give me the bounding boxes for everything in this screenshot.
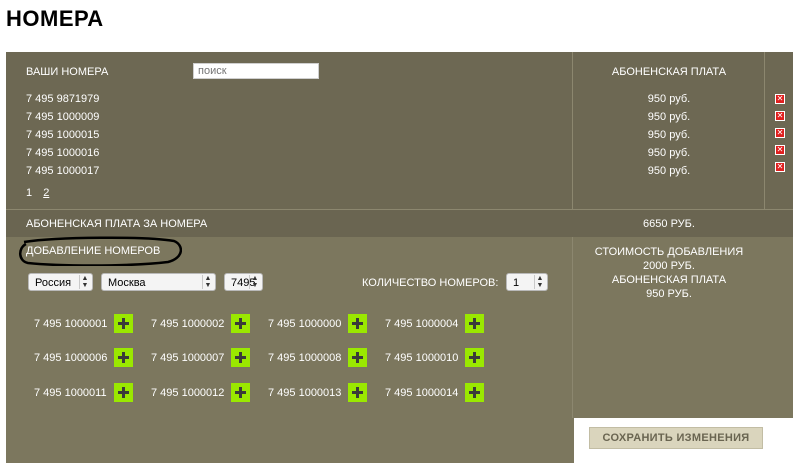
your-numbers-label: ВАШИ НОМЕРА xyxy=(26,66,109,78)
numbers-panel: ВАШИ НОМЕРА АБОНЕНСКАЯ ПЛАТА 7 495 98719… xyxy=(6,52,793,209)
delete-number-button[interactable]: ✕ xyxy=(775,145,785,155)
available-number: 7 495 1000012 xyxy=(151,383,269,403)
number-cell: 7 495 1000016 xyxy=(26,147,100,159)
available-number-label: 7 495 1000000 xyxy=(268,318,342,330)
country-select[interactable]: Россия ▲ ▼ xyxy=(28,273,93,291)
delete-number-button[interactable]: ✕ xyxy=(775,128,785,138)
chevron-updown-icon: ▲ ▼ xyxy=(534,275,545,289)
save-changes-button[interactable]: СОХРАНИТЬ ИЗМЕНЕНИЯ xyxy=(589,427,763,449)
plus-icon[interactable] xyxy=(114,314,133,333)
quantity-select[interactable]: 1 ▲ ▼ xyxy=(506,273,548,291)
plus-icon[interactable] xyxy=(348,314,367,333)
fee-column-header: АБОНЕНСКАЯ ПЛАТА xyxy=(611,66,727,78)
plus-icon[interactable] xyxy=(465,314,484,333)
numbers-list: 7 495 9871979 7 495 1000009 7 495 100001… xyxy=(26,93,99,183)
close-icon: ✕ xyxy=(776,94,784,103)
delete-number-button[interactable]: ✕ xyxy=(775,111,785,121)
available-number: 7 495 1000002 xyxy=(151,314,269,334)
add-numbers-title: ДОБАВЛЕНИЕ НОМЕРОВ xyxy=(26,245,161,257)
available-number-label: 7 495 1000011 xyxy=(34,387,107,399)
fee-summary-label: АБОНЕНСКАЯ ПЛАТА ЗА НОМЕРА xyxy=(26,218,208,230)
page-link[interactable]: 2 xyxy=(43,187,49,199)
plus-icon[interactable] xyxy=(348,383,367,402)
quantity-value: 1 xyxy=(513,277,520,289)
fees-list: 950 руб. 950 руб. 950 руб. 950 руб. 950 … xyxy=(573,93,765,183)
monthly-fee-value: 950 РУБ. xyxy=(646,288,692,300)
available-number: 7 495 1000007 xyxy=(151,348,269,368)
number-cell: 7 495 1000009 xyxy=(26,111,100,123)
available-number: 7 495 1000006 xyxy=(34,348,152,368)
chevron-updown-icon: ▲ ▼ xyxy=(202,275,213,289)
available-number-label: 7 495 1000010 xyxy=(385,352,459,364)
plus-icon[interactable] xyxy=(114,348,133,367)
close-icon: ✕ xyxy=(776,162,784,171)
available-number-label: 7 495 1000013 xyxy=(268,387,342,399)
search-input[interactable] xyxy=(193,63,319,79)
fee-cell: 950 руб. xyxy=(647,111,691,123)
available-number-label: 7 495 1000012 xyxy=(151,387,225,399)
available-number-label: 7 495 1000001 xyxy=(34,318,108,330)
add-panel-footer xyxy=(6,418,574,463)
delete-buttons: ✕ ✕ ✕ ✕ ✕ xyxy=(775,94,785,179)
available-number: 7 495 1000004 xyxy=(385,314,503,334)
add-cost-label: СТОИМОСТЬ ДОБАВЛЕНИЯ xyxy=(594,246,744,258)
quantity-label: КОЛИЧЕСТВО НОМЕРОВ: xyxy=(362,277,499,289)
available-number: 7 495 1000008 xyxy=(268,348,386,368)
page-current: 1 xyxy=(26,187,33,199)
chevron-updown-icon: ▲ ▼ xyxy=(249,275,260,289)
number-cell: 7 495 1000015 xyxy=(26,129,100,141)
plus-icon[interactable] xyxy=(114,383,133,402)
available-number-label: 7 495 1000002 xyxy=(151,318,225,330)
available-number-label: 7 495 1000004 xyxy=(385,318,459,330)
city-select[interactable]: Москва ▲ ▼ xyxy=(101,273,216,291)
add-cost-value: 2000 РУБ. xyxy=(643,260,695,272)
country-value: Россия xyxy=(35,277,72,289)
number-cell: 7 495 1000017 xyxy=(26,165,100,177)
fee-cell: 950 руб. xyxy=(647,147,691,159)
plus-icon[interactable] xyxy=(231,348,250,367)
page-title: НОМЕРА xyxy=(6,6,104,31)
delete-number-button[interactable]: ✕ xyxy=(775,162,785,172)
plus-icon[interactable] xyxy=(465,383,484,402)
available-number: 7 495 1000010 xyxy=(385,348,503,368)
city-value: Москва xyxy=(108,277,146,289)
available-number: 7 495 1000014 xyxy=(385,383,503,403)
plus-icon[interactable] xyxy=(231,383,250,402)
fee-cell: 950 руб. xyxy=(647,129,691,141)
plus-icon[interactable] xyxy=(348,348,367,367)
available-number: 7 495 1000001 xyxy=(34,314,152,334)
add-numbers-panel: ДОБАВЛЕНИЕ НОМЕРОВ Россия ▲ ▼ Москва ▲ ▼ 7… xyxy=(6,236,793,418)
close-icon: ✕ xyxy=(776,128,784,137)
available-number: 7 495 1000011 xyxy=(34,383,152,403)
close-icon: ✕ xyxy=(776,111,784,120)
plus-icon[interactable] xyxy=(465,348,484,367)
pagination: 1 2 xyxy=(26,187,57,199)
number-cell: 7 495 9871979 xyxy=(26,93,100,105)
available-number: 7 495 1000000 xyxy=(268,314,386,334)
plus-icon[interactable] xyxy=(231,314,250,333)
available-number-label: 7 495 1000008 xyxy=(268,352,342,364)
chevron-updown-icon: ▲ ▼ xyxy=(79,275,90,289)
monthly-fee-label: АБОНЕНСКАЯ ПЛАТА xyxy=(611,274,727,286)
fee-summary-bar: АБОНЕНСКАЯ ПЛАТА ЗА НОМЕРА 6650 РУБ. xyxy=(6,209,793,237)
fee-cell: 950 руб. xyxy=(647,165,691,177)
available-number: 7 495 1000013 xyxy=(268,383,386,403)
available-number-label: 7 495 1000007 xyxy=(151,352,225,364)
cost-info: СТОИМОСТЬ ДОБАВЛЕНИЯ 2000 РУБ. АБОНЕНСКА… xyxy=(573,245,765,301)
fee-summary-total: 6650 РУБ. xyxy=(643,218,695,230)
available-number-label: 7 495 1000006 xyxy=(34,352,108,364)
delete-number-button[interactable]: ✕ xyxy=(775,94,785,104)
fee-cell: 950 руб. xyxy=(647,93,691,105)
close-icon: ✕ xyxy=(776,145,784,154)
available-number-label: 7 495 1000014 xyxy=(385,387,459,399)
code-select[interactable]: 7495 ▲ ▼ xyxy=(224,273,263,291)
